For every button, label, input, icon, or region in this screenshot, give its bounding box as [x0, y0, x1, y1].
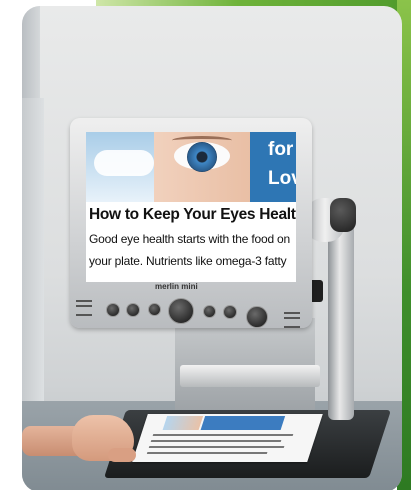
background-shelf	[22, 98, 44, 418]
control-button-6[interactable]	[223, 305, 237, 319]
panel-line-2: Lov	[268, 168, 296, 189]
screen-body-line-2: your plate. Nutrients like omega-3 fatty	[89, 254, 287, 268]
screen-iris	[187, 142, 217, 172]
doc-blue-panel	[200, 416, 286, 430]
doc-text-line	[146, 452, 268, 454]
power-button[interactable]	[246, 306, 268, 328]
doc-image	[162, 416, 204, 430]
control-button-5[interactable]	[203, 305, 216, 318]
panel-line-1: for	[268, 139, 294, 160]
control-button-3[interactable]	[148, 303, 161, 316]
control-button-1[interactable]	[106, 303, 120, 317]
person-finger	[108, 448, 136, 462]
grip-lines-left-icon	[76, 300, 92, 316]
doc-text-line	[150, 440, 282, 442]
reading-document	[132, 414, 323, 462]
doc-text-line	[148, 446, 285, 448]
screen-cloud	[94, 150, 154, 176]
photo-frame: for Lov How to Keep Your Eyes Health Goo…	[0, 0, 411, 490]
screen-body-line-1: Good eye health starts with the food on	[89, 232, 290, 246]
zoom-dial-button[interactable]	[168, 298, 194, 324]
grip-lines-right-icon	[284, 312, 300, 328]
doc-text-line	[152, 434, 294, 436]
adjustment-knob	[330, 198, 356, 232]
magnifier-screen: for Lov How to Keep Your Eyes Health Goo…	[86, 132, 296, 282]
brand-label: merlin mini	[155, 282, 198, 291]
screen-panel-text: for Lov	[268, 135, 296, 193]
screen-headline: How to Keep Your Eyes Health	[89, 206, 296, 223]
control-button-2[interactable]	[126, 303, 140, 317]
device-arm-bar	[180, 365, 320, 387]
device-post	[328, 210, 354, 420]
